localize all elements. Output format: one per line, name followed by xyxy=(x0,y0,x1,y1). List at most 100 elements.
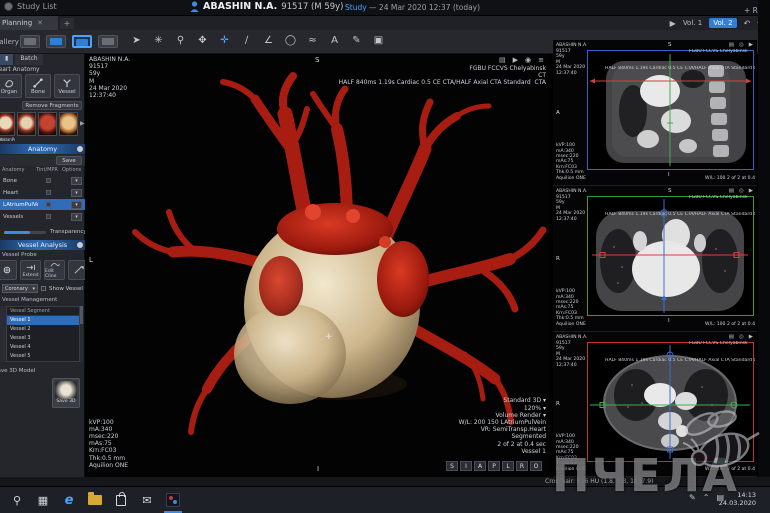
vessel-button[interactable]: Vessel xyxy=(54,74,80,98)
layout-1x1-button[interactable] xyxy=(20,35,40,48)
vessel-analysis-info-icon[interactable] xyxy=(77,242,83,248)
link-icon[interactable]: ◎ xyxy=(739,188,744,194)
thumbnail[interactable]: Heart xyxy=(59,112,78,136)
orient-a-button[interactable]: A xyxy=(474,461,486,471)
patient-banner[interactable]: ABASHIN N.A. 91517 (M 59y) xyxy=(190,1,344,12)
edit-cline-button[interactable]: Edit Cline xyxy=(44,260,65,280)
study-list-button[interactable]: Study List xyxy=(4,2,57,11)
taskbar-search-icon[interactable]: ⚲ xyxy=(8,492,26,508)
probe-tool-icon[interactable]: ✳ xyxy=(152,35,165,46)
vessel-row-5[interactable]: Vessel 5 xyxy=(7,352,79,361)
study-label[interactable]: Study xyxy=(345,3,367,12)
play-icon[interactable]: ▶ xyxy=(749,334,753,340)
anatomy-row-vessels[interactable]: Vessels ▾ xyxy=(0,211,85,222)
layout-custom-button[interactable] xyxy=(98,35,118,48)
tab-anatomy-icon[interactable]: ▮ xyxy=(0,54,13,65)
angle-tool-icon[interactable]: ∠ xyxy=(262,35,275,46)
menu-icon[interactable]: ≡ xyxy=(538,56,544,64)
pan-tool-icon[interactable]: ✥ xyxy=(196,35,209,46)
vessel-row-1[interactable]: Vessel 1 xyxy=(7,316,79,325)
file-explorer-icon[interactable] xyxy=(86,492,104,508)
anatomy-row-latriumpulvein[interactable]: LAtriumPulVein ▾ xyxy=(0,199,85,210)
gallery-label[interactable]: Gallery xyxy=(0,38,19,46)
vol-2-button[interactable]: Vol. 2 xyxy=(709,18,736,28)
play-icon[interactable]: ▶ xyxy=(749,188,753,194)
edge-browser-icon[interactable]: e xyxy=(60,492,78,508)
mail-icon[interactable]: ✉ xyxy=(138,492,156,508)
orient-l-button[interactable]: L xyxy=(502,461,514,471)
export-icon[interactable]: ▤ xyxy=(729,42,734,48)
tab-planning[interactable]: Planning ✕ xyxy=(0,16,58,30)
remove-fragments-button[interactable]: Remove Fragments xyxy=(22,101,82,110)
crop-tool-icon[interactable]: ▣ xyxy=(372,35,385,46)
options-dropdown[interactable]: ▾ xyxy=(71,213,82,221)
tint-toggle[interactable] xyxy=(46,214,51,219)
task-view-icon[interactable]: ▦ xyxy=(34,492,52,508)
tint-toggle[interactable] xyxy=(46,202,51,207)
vol-1-button[interactable]: Vol. 1 xyxy=(683,19,702,27)
anatomy-row-bone[interactable]: Bone ▾ xyxy=(0,175,85,186)
vessel-table-scrollbar[interactable] xyxy=(80,306,83,362)
active-app-icon[interactable] xyxy=(164,492,182,508)
vessel-row-2[interactable]: Vessel 2 xyxy=(7,325,79,334)
tint-toggle[interactable] xyxy=(46,190,51,195)
magnify-tool-icon[interactable]: ⚲ xyxy=(174,35,187,46)
thumbnail[interactable]: LAtriumPulV xyxy=(0,112,15,136)
coronary-dropdown[interactable]: Coronary ▾ xyxy=(2,284,38,293)
thumbnail[interactable]: LAtriumPulV xyxy=(38,112,57,136)
export-icon[interactable]: ▤ xyxy=(729,334,734,340)
organ-button[interactable]: Organ xyxy=(0,74,22,98)
viewport-render-info[interactable]: Standard 3D ▾ 120% ▾ Volume Render ▾ W/L… xyxy=(459,397,546,455)
store-icon[interactable] xyxy=(112,492,130,508)
link-icon[interactable]: ◎ xyxy=(739,334,744,340)
orient-s-button[interactable]: S xyxy=(446,461,458,471)
thumbnail[interactable]: LAtriumPulV xyxy=(17,112,36,136)
save-3d-button[interactable]: Save 3D xyxy=(52,378,80,408)
play-icon[interactable]: ▶ xyxy=(749,42,753,48)
tint-toggle[interactable] xyxy=(46,178,51,183)
probe-button[interactable] xyxy=(0,260,17,280)
extend-button[interactable]: Extend xyxy=(20,260,41,280)
pen-tool-icon[interactable]: ✎ xyxy=(350,35,363,46)
mpr-panel-coronal[interactable]: ABASHIN N.A. 91517 59y M 24 Mar 2020 12:… xyxy=(553,186,757,332)
ellipse-tool-icon[interactable]: ◯ xyxy=(284,35,297,46)
main-3d-viewport[interactable]: ABASHIN N.A. 91517 59y M 24 Mar 2020 12:… xyxy=(85,54,550,477)
layout-3up-button[interactable] xyxy=(72,35,92,48)
show-vessel-checkbox[interactable] xyxy=(41,286,46,291)
play-icon[interactable]: ▶ xyxy=(670,19,676,28)
vessel-row-3[interactable]: Vessel 3 xyxy=(7,334,79,343)
anatomy-save-button[interactable]: Save xyxy=(56,156,82,165)
ruler-tool-icon[interactable]: ∕ xyxy=(240,35,253,46)
text-tool-icon[interactable]: A xyxy=(328,35,341,46)
tab-row: Planning ✕ + ▶ Vol. 1 Vol. 2 ↶ ↷ xyxy=(0,16,770,30)
anatomy-row-heart[interactable]: Heart ▾ xyxy=(0,187,85,198)
vessel-management-label: Vessel Management xyxy=(2,297,57,303)
layout-2up-button[interactable] xyxy=(46,35,66,48)
tab-close-icon[interactable]: ✕ xyxy=(37,19,43,27)
orient-o-button[interactable]: O xyxy=(530,461,542,471)
export-icon[interactable]: ▤ xyxy=(499,56,506,64)
patient-icon xyxy=(190,1,199,12)
organ-icon xyxy=(3,78,15,88)
mpr-panel-sagittal[interactable]: ABASHIN N.A. 91517 59y M 24 Mar 2020 12:… xyxy=(553,40,757,186)
pointer-tool-icon[interactable]: ➤ xyxy=(130,35,143,46)
export-icon[interactable]: ▤ xyxy=(729,188,734,194)
orient-r-button[interactable]: R xyxy=(516,461,528,471)
undo-icon[interactable]: ↶ xyxy=(744,19,751,28)
orient-p-button[interactable]: P xyxy=(488,461,500,471)
camera-icon[interactable]: ◉ xyxy=(525,56,531,64)
new-tab-button[interactable]: + xyxy=(60,18,74,29)
tab-batch[interactable]: Batch xyxy=(15,54,42,65)
thumbnail-scroll-right-icon[interactable]: ▶ xyxy=(80,120,85,127)
orient-i-button[interactable]: I xyxy=(460,461,472,471)
link-icon[interactable]: ◎ xyxy=(739,42,744,48)
freehand-tool-icon[interactable]: ≈ xyxy=(306,35,319,46)
anatomy-info-icon[interactable] xyxy=(77,146,83,152)
bone-button[interactable]: Bone xyxy=(25,74,51,98)
options-dropdown[interactable]: ▾ xyxy=(71,201,82,209)
play-icon[interactable]: ▶ xyxy=(513,56,518,64)
options-dropdown[interactable]: ▾ xyxy=(71,177,82,185)
vessel-row-4[interactable]: Vessel 4 xyxy=(7,343,79,352)
options-dropdown[interactable]: ▾ xyxy=(71,189,82,197)
crosshair-tool-icon[interactable]: ✛ xyxy=(218,35,231,46)
